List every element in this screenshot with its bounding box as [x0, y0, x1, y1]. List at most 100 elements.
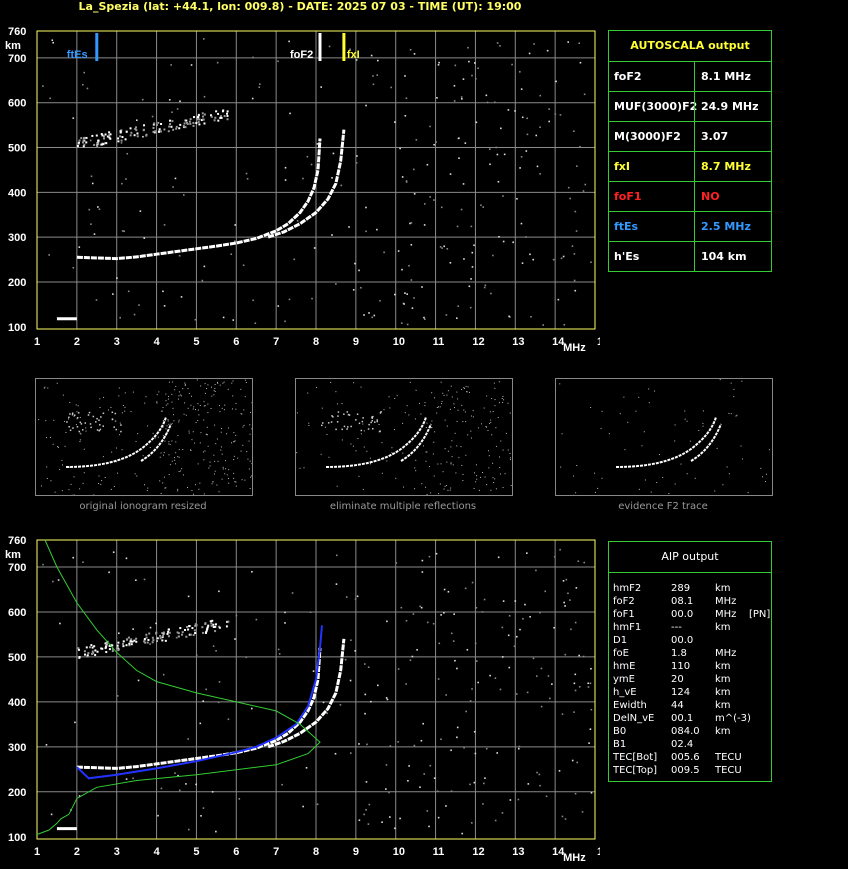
- multi-reflection-dot: [119, 130, 122, 133]
- thumb-dot: [227, 477, 229, 479]
- multi-reflection-dot: [129, 134, 132, 137]
- thumb-dot: [152, 432, 154, 434]
- thumb-dot: [493, 382, 495, 384]
- noise-dot: [415, 138, 418, 141]
- thumb-dot: [733, 396, 735, 398]
- multi-reflection-dot: [130, 638, 133, 641]
- thumb-dot: [381, 442, 383, 444]
- thumb-dot: [198, 488, 200, 490]
- noise-dot: [179, 100, 181, 103]
- noise-dot: [433, 777, 436, 779]
- noise-dot: [199, 722, 202, 725]
- thumb-dot: [46, 466, 48, 468]
- noise-dot: [420, 606, 423, 609]
- thumb-dot: [402, 422, 404, 424]
- multi-reflection-dot: [151, 641, 154, 644]
- thumb-dot: [45, 437, 47, 439]
- noise-dot: [421, 571, 424, 573]
- multi-reflection-dot: [83, 650, 86, 653]
- thumb-dot: [643, 431, 645, 433]
- thumb-dot: [438, 406, 440, 408]
- thumb-dot: [161, 410, 163, 412]
- noise-dot: [526, 552, 528, 554]
- thumb-dot: [241, 413, 243, 415]
- autoscala-row: MUF(3000)F2 24.9 MHz: [609, 91, 771, 122]
- thumb-dot: [336, 403, 338, 405]
- noise-dot: [499, 688, 502, 691]
- noise-dot: [125, 178, 127, 180]
- noise-dot: [463, 746, 465, 749]
- noise-dot: [127, 290, 130, 293]
- multi-reflection-dot: [146, 641, 149, 644]
- aip-row: foF2 08.1 MHz: [613, 595, 771, 608]
- thumb-dot: [299, 467, 301, 469]
- thumb-dot: [68, 416, 70, 419]
- thumb-dot: [113, 485, 115, 487]
- thumb-dot: [684, 410, 686, 412]
- noise-dot: [284, 166, 287, 169]
- noise-dot: [489, 163, 491, 166]
- thumb-dot: [214, 390, 216, 392]
- aip-flag: [PN]: [749, 609, 771, 620]
- noise-dot: [423, 203, 426, 205]
- y-axis-unit: km: [5, 40, 21, 52]
- aip-row: hmE 110 km: [613, 660, 771, 673]
- multi-reflection-dot: [218, 626, 221, 629]
- noise-dot: [364, 663, 366, 665]
- noise-dot: [469, 783, 471, 786]
- noise-dot: [335, 283, 337, 285]
- autoscala-title: AUTOSCALA output: [630, 39, 750, 52]
- autoscala-value: NO: [701, 190, 720, 203]
- noise-dot: [499, 44, 501, 47]
- thumb-dot: [362, 417, 364, 419]
- thumb-dot: [137, 433, 139, 435]
- thumb-dot: [426, 422, 428, 424]
- thumb-dot: [69, 402, 71, 404]
- noise-dot: [202, 700, 205, 702]
- thumb-dot: [463, 387, 465, 389]
- thumb-dot: [426, 451, 428, 453]
- noise-dot: [474, 642, 477, 645]
- thumb-dot: [247, 458, 249, 460]
- noise-dot: [385, 764, 388, 766]
- thumb-dot: [464, 411, 466, 413]
- thumb-dot: [494, 478, 496, 480]
- y-tick-label: 700: [8, 562, 26, 574]
- multi-reflection-dot: [136, 132, 139, 135]
- aip-key: foF2: [613, 596, 635, 607]
- multi-reflection-dot: [156, 637, 159, 640]
- thumb-dot: [343, 425, 346, 428]
- noise-dot: [288, 40, 290, 43]
- aip-key: hmF2: [613, 583, 642, 594]
- multi-reflection-dot: [213, 119, 216, 122]
- multi-reflection-dot: [83, 136, 86, 139]
- thumb-dot: [243, 424, 245, 426]
- thumb-dot: [499, 467, 501, 468]
- noise-dot: [413, 168, 415, 171]
- noise-dot: [518, 745, 521, 748]
- thumb-dot: [228, 469, 230, 471]
- multi-reflection-dot: [125, 130, 128, 133]
- thumb-dot: [330, 421, 333, 423]
- thumb-dot: [444, 485, 446, 487]
- noise-dot: [215, 650, 217, 652]
- noise-dot: [405, 683, 407, 685]
- thumb-dot: [492, 462, 494, 464]
- thumb-dot: [115, 428, 118, 431]
- multi-reflection-dot: [101, 647, 104, 650]
- noise-dot: [245, 172, 248, 175]
- noise-dot: [218, 590, 220, 593]
- aip-key: DelN_vE: [613, 713, 655, 724]
- thumb-dot: [245, 382, 247, 384]
- multi-reflection-dot: [168, 631, 171, 634]
- thumb-dot: [249, 433, 251, 435]
- noise-dot: [360, 286, 362, 289]
- multi-reflection-dot: [203, 122, 206, 125]
- thumb-dot: [439, 406, 441, 408]
- noise-dot: [59, 622, 61, 625]
- noise-dot: [435, 141, 437, 143]
- noise-dot: [573, 682, 576, 685]
- multi-reflection-dot: [77, 648, 80, 651]
- noise-dot: [202, 807, 205, 809]
- thumb-dot: [684, 418, 686, 420]
